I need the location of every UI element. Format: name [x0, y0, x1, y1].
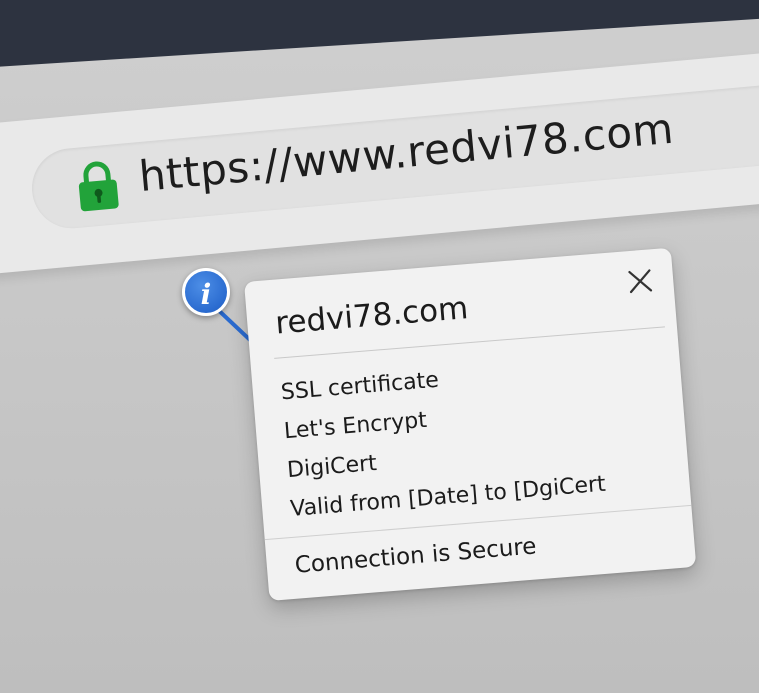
title-bar	[0, 0, 759, 70]
connection-status[interactable]: Connection is Secure	[294, 533, 538, 578]
browser-window: https://www.redvi78.com i redvi78.com SS…	[0, 0, 759, 693]
browser-toolbar: https://www.redvi78.com	[0, 46, 759, 278]
address-bar[interactable]: https://www.redvi78.com	[28, 74, 759, 232]
url-text[interactable]: https://www.redvi78.com	[137, 104, 676, 201]
popup-title: redvi78.com	[273, 290, 470, 342]
close-icon[interactable]	[626, 267, 654, 295]
certificate-details: SSL certificate Let's Encrypt DigiCert V…	[279, 348, 607, 529]
site-info-popup: redvi78.com SSL certificate Let's Encryp…	[244, 247, 697, 601]
lock-icon[interactable]	[74, 158, 123, 214]
info-icon[interactable]: i	[182, 268, 230, 316]
